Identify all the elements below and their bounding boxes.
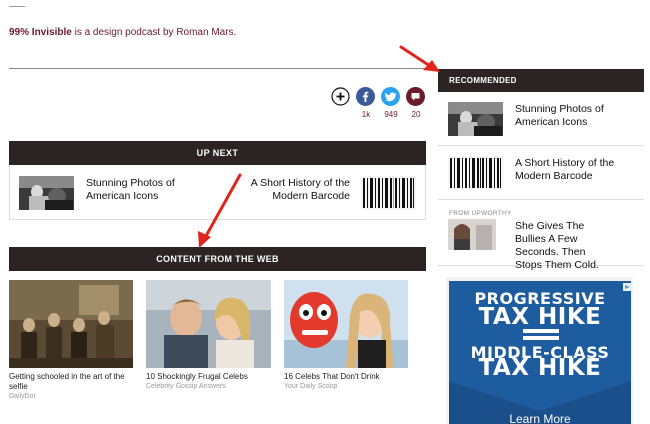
twitter-icon [381,87,400,106]
recommended-item-1-title[interactable]: Stunning Photos of American Icons [515,103,640,129]
web-card-2[interactable]: 10 Shockingly Frugal Celebs Celebrity Go… [146,372,276,392]
content-from-web-header: CONTENT FROM THE WEB [9,247,426,271]
comment-button[interactable] [406,87,425,106]
web-card-3[interactable]: 16 Celebs That Don't Drink Your Daily Sc… [284,372,414,392]
facebook-icon [356,87,375,106]
web-card-2-title[interactable]: 10 Shockingly Frugal Celebs [146,372,276,382]
recommended-item-1-thumbnail[interactable] [448,102,503,136]
up-next-right-title[interactable]: A Short History of the Modern Barcode [246,177,350,203]
facebook-share-button[interactable] [356,87,375,106]
ad-line-2: TAX HIKE [478,304,602,330]
top-rule [9,6,25,7]
web-card-3-image[interactable] [284,280,408,368]
recommended-item-3-thumbnail[interactable] [448,219,496,250]
facebook-count: 1k [361,110,371,119]
web-card-1-image[interactable] [9,280,133,368]
from-upworthy-label: FROM UPWORTHY [449,210,512,217]
ad-equals-bottom [523,336,559,340]
more-share-button[interactable] [331,87,350,106]
recommended-header: RECOMMENDED [438,69,644,92]
web-card-2-image[interactable] [146,280,271,368]
web-card-1-source: DailyDot [9,393,36,400]
recommended-item-3-title[interactable]: She Gives The Bullies A Few Seconds. The… [515,220,615,272]
podcast-brand-link[interactable]: 99% Invisible [9,27,72,38]
section-divider [9,68,427,69]
comment-icon [406,87,425,106]
podcast-description: 99% Invisible is a design podcast by Rom… [9,27,236,38]
ad-equals-top [523,329,559,333]
web-card-3-source: Your Daily Scoop [284,383,338,390]
web-card-1[interactable]: Getting schooled in the art of the selfi… [9,372,139,402]
web-card-3-title[interactable]: 16 Celebs That Don't Drink [284,372,414,382]
comment-count: 20 [411,110,421,119]
ad-line-4: TAX HIKE [478,355,602,381]
up-next-header: UP NEXT [9,141,426,165]
up-next-left-title[interactable]: Stunning Photos of American Icons [86,177,206,203]
web-card-2-source: Celebrity Gossip Answers [146,383,226,390]
ad-learn-more-button[interactable]: Learn More [449,412,631,424]
plus-icon [331,87,350,106]
up-next-right-thumbnail[interactable] [361,176,416,210]
twitter-count: 949 [384,110,398,119]
web-card-1-title[interactable]: Getting schooled in the art of the selfi… [9,372,139,392]
up-next-left-thumbnail[interactable] [19,176,74,210]
podcast-tagline: is a design podcast by Roman Mars. [71,27,237,38]
recommended-item-2-thumbnail[interactable] [448,156,503,190]
recommended-item-2-title[interactable]: A Short History of the Modern Barcode [515,157,640,183]
twitter-share-button[interactable] [381,87,400,106]
